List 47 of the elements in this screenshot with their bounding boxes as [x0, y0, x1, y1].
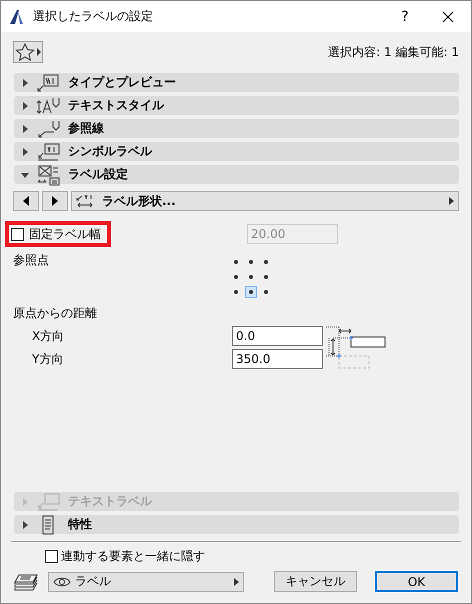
caret-icon: [20, 78, 30, 88]
checkbox[interactable]: [45, 550, 58, 563]
caret-icon: [20, 146, 30, 156]
input-field[interactable]: 0.0: [232, 326, 323, 346]
section-header[interactable]: タイプとプレビュー: [14, 73, 459, 92]
favorites-button[interactable]: [13, 41, 43, 63]
window-title: 選択したラベルの設定: [33, 8, 154, 25]
next-button[interactable]: [42, 191, 68, 211]
section-header[interactable]: 特性: [14, 515, 459, 534]
right-arrow-icon: [51, 196, 59, 206]
checkbox[interactable]: [11, 228, 24, 240]
caret-icon: [234, 578, 239, 586]
left-arrow-icon: [22, 196, 30, 206]
section-header[interactable]: 参照線: [14, 119, 459, 138]
section-header[interactable]: ラベル設定: [14, 165, 459, 184]
field-label: X方向: [31, 328, 64, 344]
ok-button[interactable]: OK: [375, 571, 458, 592]
label-preview-icon: [36, 72, 60, 94]
layers-icon[interactable]: [13, 572, 39, 592]
checkbox-label: 連動する要素と一緒に隠す: [61, 548, 205, 565]
caret-icon: [37, 48, 41, 56]
symbol-label-icon: [36, 140, 60, 162]
close-icon[interactable]: [442, 10, 454, 22]
eye-icon: [53, 576, 71, 588]
checkbox-label: 固定ラベル幅: [29, 226, 101, 242]
caret-icon: [20, 520, 30, 530]
section-header[interactable]: テキストスタイル: [14, 96, 459, 115]
selection-info: 選択内容: 1 編集可能: 1: [328, 44, 459, 60]
caret-icon: [449, 197, 454, 205]
field-label: Y方向: [31, 350, 64, 368]
star-icon: [15, 43, 35, 61]
field-label: 原点からの距離: [13, 305, 98, 322]
input-field[interactable]: 350.0: [232, 349, 323, 369]
layer-dropdown[interactable]: ラベル: [48, 572, 244, 592]
app-logo-icon: [9, 8, 25, 24]
cancel-button[interactable]: キャンセル: [274, 571, 357, 592]
previous-button[interactable]: [13, 191, 39, 211]
text-label-icon: [36, 490, 60, 512]
caret-icon: [20, 496, 30, 506]
help-button[interactable]: ?: [385, 8, 425, 24]
anchor-point[interactable]: [245, 286, 257, 298]
section-header[interactable]: シンボルラベル: [14, 142, 459, 161]
caret-icon: [20, 124, 30, 134]
label-settings-icon: [36, 164, 60, 186]
label-shape-button[interactable]: ラベル形状...: [71, 191, 459, 211]
field-label: 参照点: [13, 252, 49, 269]
caret-icon: [20, 100, 30, 110]
